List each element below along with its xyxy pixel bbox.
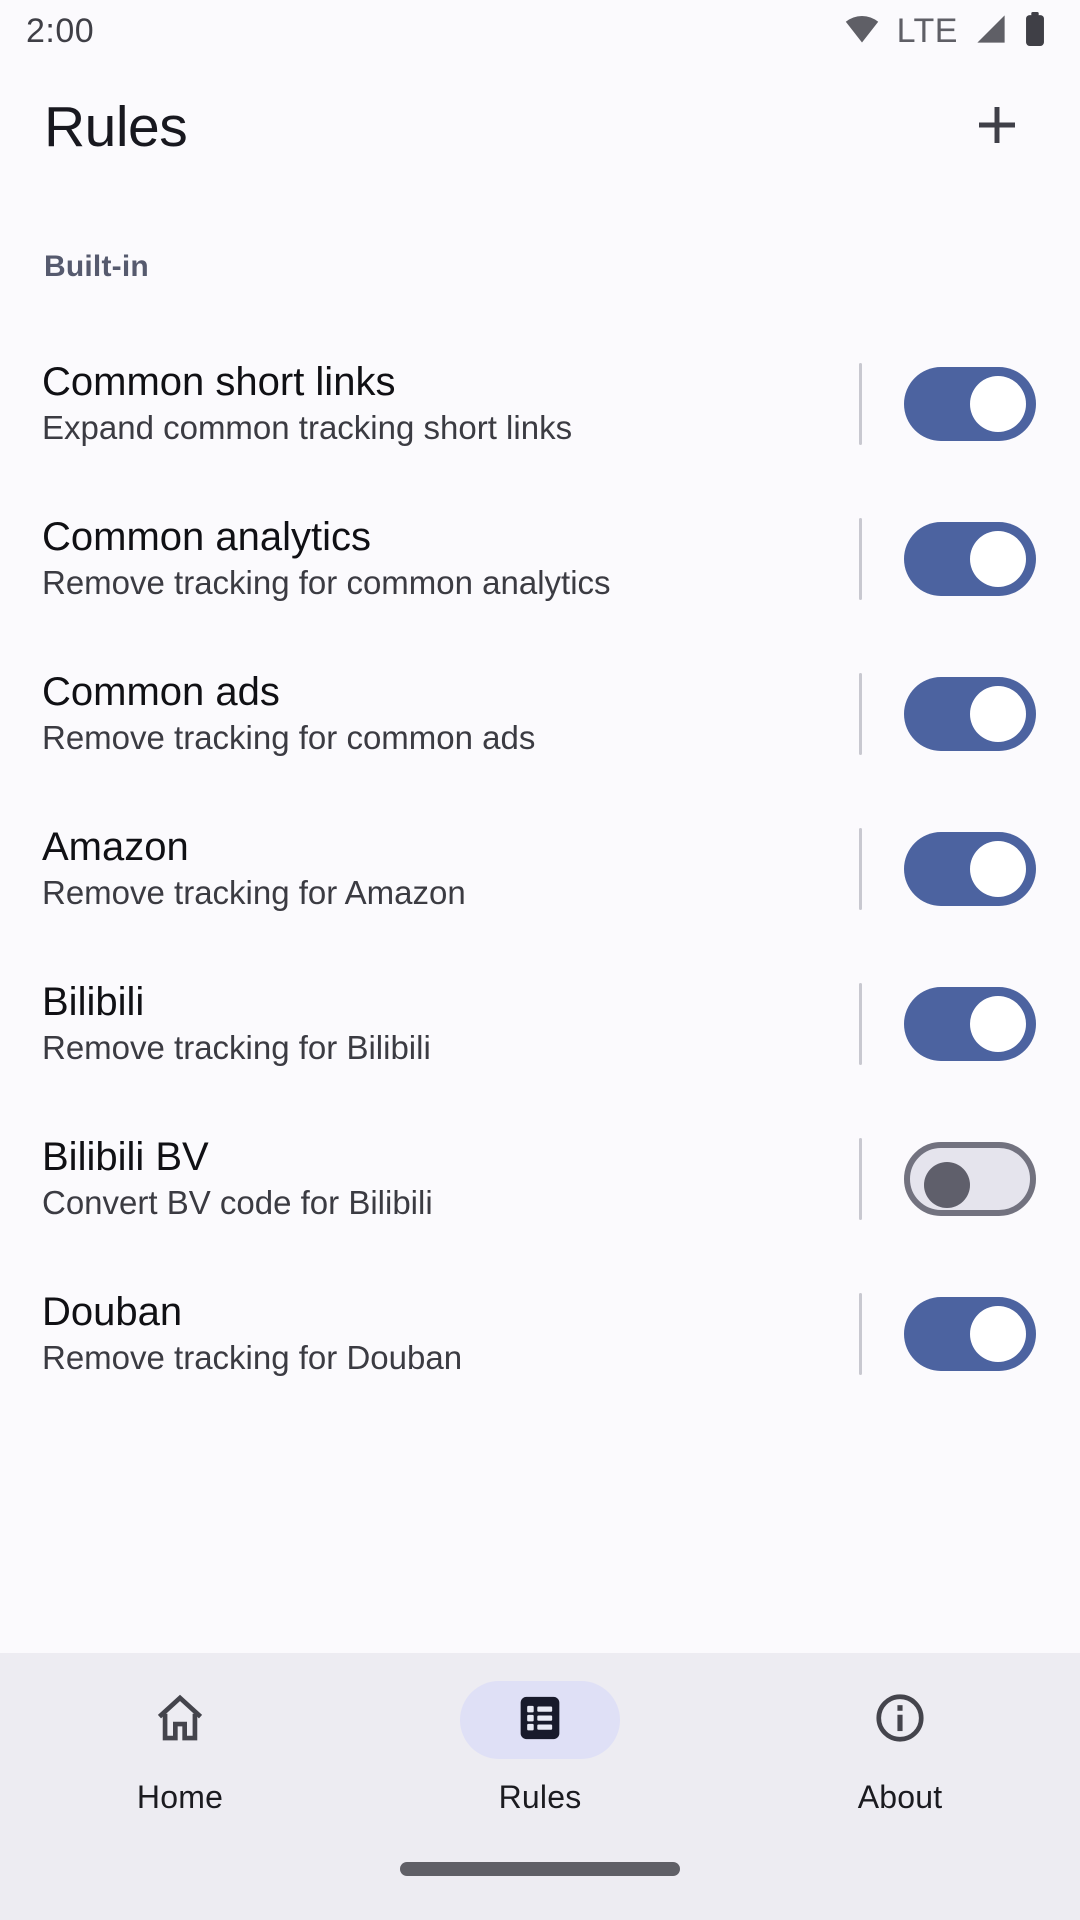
home-indicator[interactable] — [400, 1862, 680, 1876]
rule-toggle[interactable] — [904, 676, 1036, 751]
toggle-thumb — [970, 685, 1026, 742]
rule-row-bilibili[interactable]: Bilibili Remove tracking for Bilibili — [0, 956, 1080, 1091]
page-title: Rules — [44, 95, 188, 159]
rule-title: Bilibili — [42, 980, 145, 1025]
rule-title: Common short links — [42, 360, 396, 405]
row-divider — [859, 517, 862, 600]
rule-subtitle: Expand common tracking short links — [42, 408, 573, 446]
app-bar: Rules — [0, 62, 1080, 192]
row-divider — [859, 362, 862, 445]
toggle-thumb — [970, 530, 1026, 587]
nav-pill-home — [100, 1681, 260, 1759]
info-icon — [872, 1690, 928, 1751]
rule-row-control — [859, 956, 1080, 1091]
rule-row-common-analytics[interactable]: Common analytics Remove tracking for com… — [0, 491, 1080, 626]
nav-pill-about — [820, 1681, 980, 1759]
nav-label-about: About — [857, 1779, 943, 1815]
toggle-thumb — [970, 1305, 1026, 1362]
rule-row-control — [859, 801, 1080, 936]
rule-toggle[interactable] — [904, 521, 1036, 596]
toggle-thumb — [970, 375, 1026, 432]
nav-item-rules[interactable]: Rules — [360, 1653, 720, 1816]
section-header-built-in: Built-in — [44, 250, 149, 283]
rule-row-common-ads[interactable]: Common ads Remove tracking for common ad… — [0, 646, 1080, 781]
rule-row-texts: Douban Remove tracking for Douban — [42, 1291, 462, 1375]
add-rule-button[interactable] — [954, 84, 1040, 170]
row-divider — [859, 1292, 862, 1375]
toggle-thumb — [924, 1161, 970, 1208]
rule-row-control — [859, 491, 1080, 626]
rule-row-texts: Amazon Remove tracking for Amazon — [42, 826, 466, 910]
home-icon — [152, 1690, 208, 1751]
rule-row-control — [859, 336, 1080, 471]
rule-row-texts: Common analytics Remove tracking for com… — [42, 516, 611, 600]
status-bar: 2:00 LTE — [0, 0, 1080, 62]
rule-row-control — [859, 1266, 1080, 1401]
rule-toggle[interactable] — [904, 1141, 1036, 1216]
rule-subtitle: Remove tracking for common analytics — [42, 563, 611, 601]
rule-toggle[interactable] — [904, 1296, 1036, 1371]
nav-pill-rules — [460, 1681, 620, 1759]
rule-row-bilibili-bv[interactable]: Bilibili BV Convert BV code for Bilibili — [0, 1111, 1080, 1246]
rule-subtitle: Convert BV code for Bilibili — [42, 1183, 433, 1221]
rules-list[interactable]: Built-in Common short links Expand commo… — [0, 196, 1080, 1653]
row-divider — [859, 982, 862, 1065]
rule-subtitle: Remove tracking for Bilibili — [42, 1028, 431, 1066]
rule-row-texts: Bilibili BV Convert BV code for Bilibili — [42, 1136, 433, 1220]
nav-label-rules: Rules — [498, 1779, 582, 1815]
rule-row-common-short-links[interactable]: Common short links Expand common trackin… — [0, 336, 1080, 471]
rule-row-douban[interactable]: Douban Remove tracking for Douban — [0, 1266, 1080, 1401]
bottom-nav-items: Home Rules About — [0, 1653, 1080, 1816]
rule-row-amazon[interactable]: Amazon Remove tracking for Amazon — [0, 801, 1080, 936]
rule-row-texts: Common ads Remove tracking for common ad… — [42, 671, 535, 755]
rule-toggle[interactable] — [904, 366, 1036, 441]
plus-icon — [970, 98, 1024, 157]
network-type-label: LTE — [896, 11, 958, 50]
toggle-thumb — [970, 995, 1026, 1052]
status-clock: 2:00 — [26, 11, 95, 50]
list-icon — [513, 1691, 567, 1750]
rule-title: Amazon — [42, 825, 189, 870]
signal-icon — [974, 14, 1008, 49]
battery-icon — [1024, 11, 1046, 51]
rule-row-texts: Bilibili Remove tracking for Bilibili — [42, 981, 431, 1065]
rule-toggle[interactable] — [904, 831, 1036, 906]
nav-label-home: Home — [136, 1779, 224, 1815]
row-divider — [859, 827, 862, 910]
rule-row-control — [859, 646, 1080, 781]
rule-subtitle: Remove tracking for Amazon — [42, 873, 466, 911]
toggle-thumb — [970, 840, 1026, 897]
rule-subtitle: Remove tracking for common ads — [42, 718, 536, 756]
rule-title: Bilibili BV — [42, 1135, 209, 1180]
status-icon-group: LTE — [843, 11, 1046, 51]
nav-item-about[interactable]: About — [720, 1653, 1080, 1816]
rule-title: Common analytics — [42, 515, 372, 560]
row-divider — [859, 672, 862, 755]
rule-subtitle: Remove tracking for Douban — [42, 1338, 463, 1376]
phone-screen: 2:00 LTE Rules Built-in Common short lin… — [0, 0, 1080, 1920]
nav-item-home[interactable]: Home — [0, 1653, 360, 1816]
bottom-navigation-bar: Home Rules About — [0, 1653, 1080, 1920]
rule-toggle[interactable] — [904, 986, 1036, 1061]
row-divider — [859, 1137, 862, 1220]
rule-row-texts: Common short links Expand common trackin… — [42, 361, 572, 445]
rule-row-control — [859, 1111, 1080, 1246]
rule-title: Douban — [42, 1290, 183, 1335]
wifi-icon — [843, 14, 881, 49]
rule-title: Common ads — [42, 670, 280, 715]
